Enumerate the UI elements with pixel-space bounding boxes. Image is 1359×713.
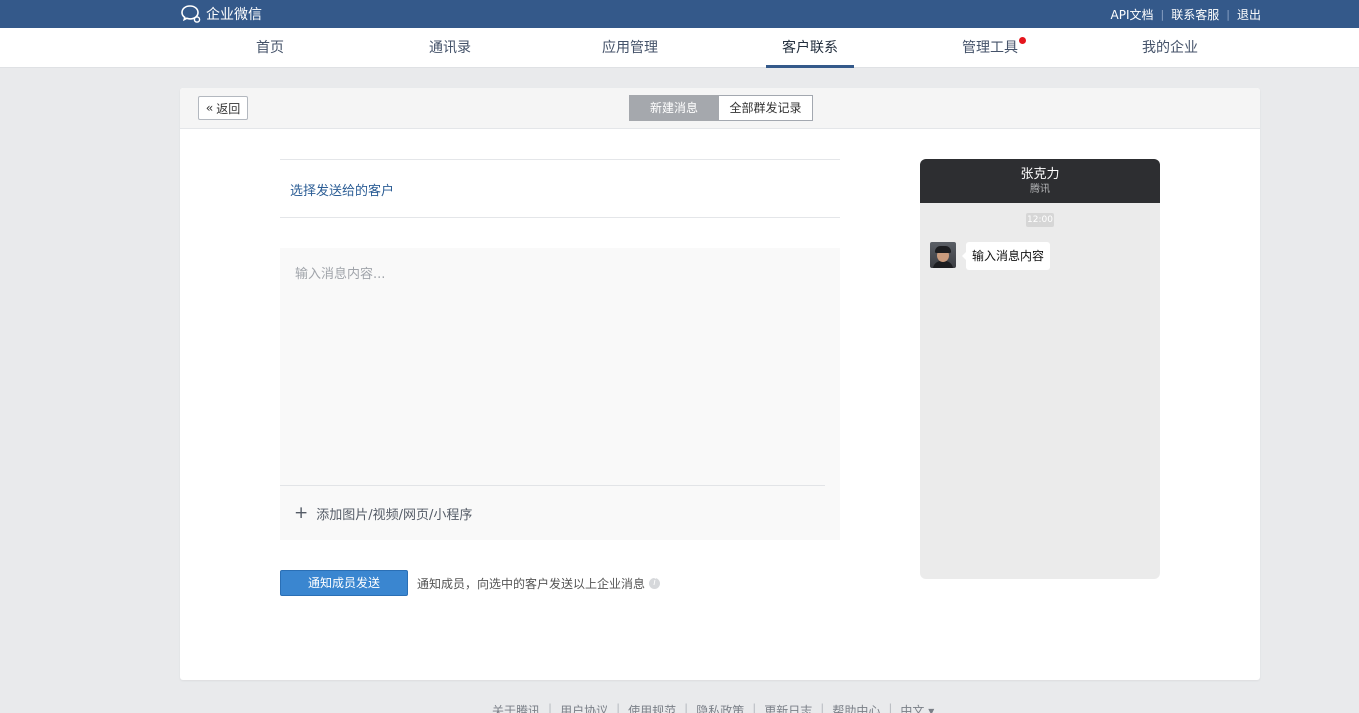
nav-management-tools[interactable]: 管理工具 [900,28,1080,68]
footer-separator: | [548,702,553,713]
notify-send-button[interactable]: 通知成员发送 [280,570,408,596]
wecom-logo-icon [181,5,201,23]
back-button[interactable]: ‹‹ 返回 [198,96,248,120]
link-separator: | [1160,7,1165,21]
preview-sender-org: 腾讯 [1030,184,1050,195]
preview-message-bubble: 输入消息内容 [961,242,1051,270]
logout-link[interactable]: 退出 [1237,6,1261,23]
footer-separator: | [820,702,825,713]
select-customers-link[interactable]: 选择发送给的客户 [290,180,394,199]
preview-timestamp: 12:00 [1026,213,1054,227]
brand[interactable]: 企业微信 [180,3,262,25]
editor-divider [280,485,825,486]
nav-app-management[interactable]: 应用管理 [540,28,720,68]
double-chevron-left-icon: ‹‹ [205,101,213,115]
add-media-label: 添加图片/视频/网页/小程序 [316,508,473,523]
back-button-label: 返回 [216,101,241,116]
send-tip-text: 通知成员，向选中的客户发送以上企业消息 [417,577,646,591]
avatar-cap [935,246,951,253]
footer-privacy-link[interactable]: 隐私政策 [696,702,744,713]
customer-select-row: 选择发送给的客户 [280,159,840,218]
plus-icon: + [294,503,309,523]
nav-customer-contact[interactable]: 客户联系 [720,28,900,68]
footer-help-link[interactable]: 帮助中心 [832,702,880,713]
notification-dot [1019,37,1026,44]
phone-preview: 张克力 腾讯 12:00 输入消息内容 [920,159,1160,579]
top-links: API文档 | 联系客服 | 退出 [1111,0,1261,28]
footer-usage-rules-link[interactable]: 使用规范 [628,702,676,713]
message-tabs: 新建消息 全部群发记录 [629,95,813,121]
footer-changelog-link[interactable]: 更新日志 [764,702,812,713]
preview-message-row: 输入消息内容 [930,242,1051,270]
nav-home[interactable]: 首页 [180,28,360,68]
info-icon[interactable]: i [649,578,661,589]
footer-separator: | [888,702,893,713]
tab-broadcast-history[interactable]: 全部群发记录 [719,95,813,121]
message-input[interactable] [280,248,840,484]
nav-contacts[interactable]: 通讯录 [360,28,540,68]
footer: 关于腾讯 | 用户协议 | 使用规范 | 隐私政策 | 更新日志 | 帮助中心 … [0,700,1359,713]
send-tip: 通知成员，向选中的客户发送以上企业消息 i [417,575,661,592]
add-media-button[interactable]: + 添加图片/视频/网页/小程序 [294,503,473,524]
top-header: 企业微信 API文档 | 联系客服 | 退出 [0,0,1359,28]
footer-separator: | [684,702,689,713]
footer-separator: | [616,702,621,713]
link-separator: | [1226,7,1230,21]
nav-management-tools-label: 管理工具 [962,40,1018,56]
nav-my-enterprise[interactable]: 我的企业 [1080,28,1260,68]
main-nav: 首页 通讯录 应用管理 客户联系 管理工具 我的企业 [0,28,1359,68]
footer-about-link[interactable]: 关于腾讯 [492,702,540,713]
api-docs-link[interactable]: API文档 [1111,6,1154,23]
contact-support-link[interactable]: 联系客服 [1171,6,1219,23]
main-card: ‹‹ 返回 新建消息 全部群发记录 选择发送给的客户 + 添加图片/视频/网页/… [180,88,1260,680]
avatar [930,242,956,268]
preview-sender-name: 张克力 [1020,167,1060,182]
footer-user-agreement-link[interactable]: 用户协议 [560,702,608,713]
footer-language-select[interactable]: 中文 ▾ [900,702,934,713]
phone-preview-header: 张克力 腾讯 [920,159,1160,203]
message-editor: + 添加图片/视频/网页/小程序 [280,248,840,540]
avatar-body [933,261,953,268]
card-toolbar: ‹‹ 返回 新建消息 全部群发记录 [180,88,1260,129]
footer-links: 关于腾讯 | 用户协议 | 使用规范 | 隐私政策 | 更新日志 | 帮助中心 … [492,702,934,713]
brand-name: 企业微信 [206,7,262,23]
footer-separator: | [752,702,757,713]
tab-new-message[interactable]: 新建消息 [629,95,719,121]
